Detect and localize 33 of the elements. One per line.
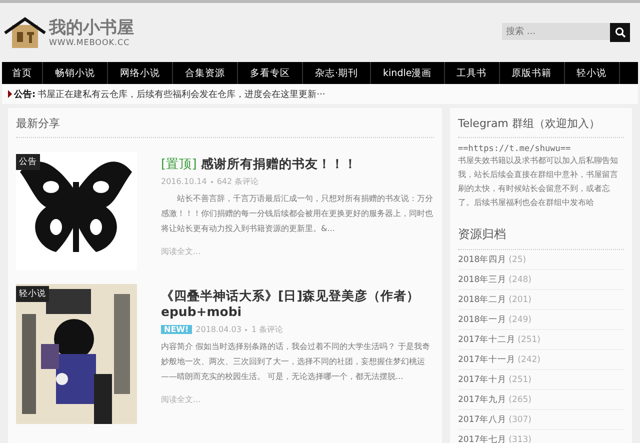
widget-title: 资源归档 <box>458 226 624 250</box>
archive-item[interactable]: 2017年十月 (251) <box>458 370 624 390</box>
archive-item[interactable]: 2017年九月 (265) <box>458 390 624 410</box>
notice-label: 公告: <box>14 88 36 100</box>
category-tag[interactable]: 公告 <box>16 154 40 170</box>
search-field[interactable]: 搜索 ... <box>502 23 610 40</box>
post-date: 2018.04.03 <box>196 325 242 334</box>
archive-item[interactable]: 2018年三月 (248) <box>458 270 624 290</box>
site-name[interactable]: 我的小书屋 <box>49 18 134 38</box>
search-button[interactable] <box>610 23 630 42</box>
site-url: WWW.MEBOOK.CC <box>49 38 131 46</box>
archive-item[interactable]: 2017年十一月 (242) <box>458 350 624 370</box>
new-badge: NEW! <box>161 325 192 334</box>
widget-text: 书屋失效书籍以及求书都可以加入后私聊告知我，站长后续会直接在群组中意补，书屋留言刷的太快，有时候站长会留意不到，或者忘了。后续书屋福利也会在群组中发布哈 <box>458 155 619 209</box>
archive-item[interactable]: 2018年四月 (25) <box>458 250 624 270</box>
section-title: 最新分享 <box>16 114 434 138</box>
telegram-link[interactable]: ==https://t.me/shuwu== <box>458 144 624 154</box>
notice-text[interactable]: 书屋正在建私有云仓库，后续有些福利会发在仓库，进度会在这里更新··· <box>38 88 326 100</box>
post-title[interactable]: [置顶] 感谢所有捐赠的书友！！！ <box>161 156 434 172</box>
archive-item[interactable]: 2017年十二月 (251) <box>458 330 624 350</box>
post-title[interactable]: 《四叠半神话大系》[日]森见登美彦（作者） epub+mobi <box>161 288 434 320</box>
triangle-icon <box>8 90 12 98</box>
post-excerpt: 内容简介 假如当时选择别条路的话，我会过着不同的大学生活吗？ 于是我奇妙般地一次、两次、三次回到了大一，选择不同的社团，妄想握住梦幻桃运——晴朗而充实的校园生活。 可是，无论选择哪一个，都无法摆脱... <box>161 341 432 383</box>
archive-item[interactable]: 2018年二月 (201) <box>458 290 624 310</box>
search-icon <box>614 27 626 38</box>
archive-item[interactable]: 2017年七月 (313) <box>458 430 624 443</box>
post-excerpt: 站长不善言辞，千言万语最后汇成一句，只想对所有捐赠的书友说：万分感激！！！你们捐赠的每一分钱后续都会被用在更换更好的服务器上，同时也将让站长更有动力投入到书籍资源的更新里。&... <box>161 193 434 235</box>
archive-item[interactable]: 2018年一月 (249) <box>458 310 624 330</box>
archive-item[interactable]: 2017年八月 (307) <box>458 410 624 430</box>
house-logo-icon[interactable] <box>4 16 46 48</box>
post-date: 2016.10.14 <box>161 177 207 186</box>
category-tag[interactable]: 轻小说 <box>16 286 49 302</box>
widget-title: Telegram 群组（欢迎加入） <box>458 114 624 138</box>
